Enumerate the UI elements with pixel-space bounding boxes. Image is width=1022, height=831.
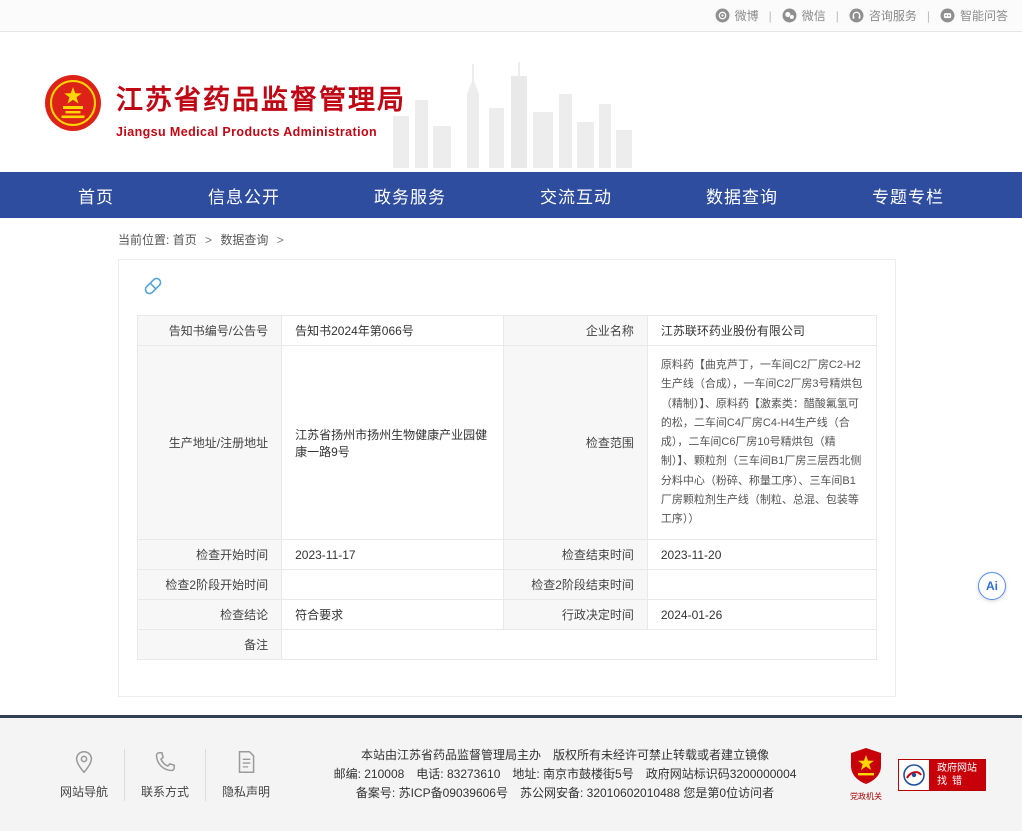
field-label-notice-number: 告知书编号/公告号 [138,316,282,346]
field-value-scope: 原料药【曲克芦丁，一车间C2厂房C2-H2生产线（合成），一车间C2厂房3号精烘… [647,346,876,540]
field-value-address: 江苏省扬州市扬州生物健康产业园健康一路9号 [282,346,504,540]
wechat-icon [782,8,797,23]
footer-item-contact[interactable]: 联系方式 [124,749,205,801]
footer-badges: 党政机关 政府网站 找错 [844,747,986,802]
field-label-address: 生产地址/注册地址 [138,346,282,540]
topbar-divider: | [927,9,930,23]
field-label-remarks: 备注 [138,630,282,660]
qa-icon [940,8,955,23]
field-value-company-name: 江苏联环药业股份有限公司 [647,316,876,346]
footer-item-label: 隐私声明 [222,785,270,799]
field-label-end-date: 检查结束时间 [503,540,647,570]
field-value-remarks [282,630,877,660]
wechat-label: 微信 [802,7,826,24]
weibo-label: 微博 [735,7,759,24]
field-label-phase2-start: 检查2阶段开始时间 [138,570,282,600]
gov-emblem-label: 党政机关 [844,791,888,802]
site-subtitle: Jiangsu Medical Products Administration [116,125,406,139]
nav-item-interaction[interactable]: 交流互动 [540,183,612,208]
nav-item-gov-services[interactable]: 政务服务 [374,183,446,208]
topbar: 微博 | 微信 | 咨询服务 | 智能问答 [0,0,1022,32]
consult-service-link[interactable]: 咨询服务 [849,7,917,24]
field-label-decision-date: 行政决定时间 [503,600,647,630]
inspection-table: 告知书编号/公告号 告知书2024年第066号 企业名称 江苏联环药业股份有限公… [137,315,877,660]
smart-qa-label: 智能问答 [960,7,1008,24]
field-label-phase2-end: 检查2阶段结束时间 [503,570,647,600]
gov-emblem-icon [848,747,884,785]
topbar-divider: | [769,9,772,23]
footer: 网站导航 联系方式 隐私声明 本站由江苏省药品监督管理局主办 版权所有未经许可禁… [0,715,1022,831]
breadcrumb: 当前位置: 首页 > 数据查询 > [0,218,1022,259]
field-value-start-date: 2023-11-17 [282,540,504,570]
table-row: 告知书编号/公告号 告知书2024年第066号 企业名称 江苏联环药业股份有限公… [138,316,877,346]
pill-icon [141,274,165,298]
table-row: 检查开始时间 2023-11-17 检查结束时间 2023-11-20 [138,540,877,570]
field-label-conclusion: 检查结论 [138,600,282,630]
footer-info: 本站由江苏省药品监督管理局主办 版权所有未经许可禁止转载或者建立镜像 邮编: 2… [286,746,844,803]
skyline-image [385,60,645,168]
location-pin-icon [71,749,97,775]
footer-line-contact: 邮编: 210008 电话: 83273610 地址: 南京市鼓楼街5号 政府网… [286,765,844,784]
find-error-text: 政府网站 找错 [929,760,985,790]
ai-assistant-button[interactable]: Ai [978,572,1006,600]
breadcrumb-prefix: 当前位置: [118,233,169,247]
gov-emblem-badge[interactable]: 党政机关 [844,747,888,802]
breadcrumb-separator: > [277,233,284,247]
find-error-logo-icon [899,760,929,790]
field-value-decision-date: 2024-01-26 [647,600,876,630]
find-error-badge[interactable]: 政府网站 找错 [898,759,986,791]
consult-service-label: 咨询服务 [869,7,917,24]
breadcrumb-data-query-link[interactable]: 数据查询 [220,233,268,247]
nav-item-data-query[interactable]: 数据查询 [706,183,778,208]
table-row: 备注 [138,630,877,660]
nav-item-info-disclosure[interactable]: 信息公开 [208,183,280,208]
header-title-block: 江苏省药品监督管理局 Jiangsu Medical Products Admi… [116,78,406,139]
document-icon [233,749,259,775]
field-value-conclusion: 符合要求 [282,600,504,630]
footer-item-label: 联系方式 [141,785,189,799]
site-header: 江苏省药品监督管理局 Jiangsu Medical Products Admi… [0,32,1022,172]
footer-line-host: 本站由江苏省药品监督管理局主办 版权所有未经许可禁止转载或者建立镜像 [286,746,844,765]
footer-links: 网站导航 联系方式 隐私声明 [44,749,286,801]
phone-icon [152,749,178,775]
site-title: 江苏省药品监督管理局 [116,78,406,117]
nav-item-home[interactable]: 首页 [78,183,114,208]
breadcrumb-separator: > [205,233,212,247]
find-error-line1: 政府网站 [937,762,977,775]
breadcrumb-home-link[interactable]: 首页 [173,233,197,247]
field-label-scope: 检查范围 [503,346,647,540]
find-error-line2: 找错 [937,775,977,788]
field-value-notice-number: 告知书2024年第066号 [282,316,504,346]
weibo-icon [715,8,730,23]
table-row: 检查结论 符合要求 行政决定时间 2024-01-26 [138,600,877,630]
main-nav: 首页 信息公开 政务服务 交流互动 数据查询 专题专栏 [0,172,1022,218]
table-row: 检查2阶段开始时间 检查2阶段结束时间 [138,570,877,600]
field-value-phase2-start [282,570,504,600]
weibo-link[interactable]: 微博 [715,7,759,24]
field-label-company-name: 企业名称 [503,316,647,346]
footer-item-label: 网站导航 [60,785,108,799]
field-value-phase2-end [647,570,876,600]
smart-qa-link[interactable]: 智能问答 [940,7,1008,24]
footer-item-privacy[interactable]: 隐私声明 [205,749,286,801]
wechat-link[interactable]: 微信 [782,7,826,24]
field-label-start-date: 检查开始时间 [138,540,282,570]
footer-line-icp: 备案号: 苏ICP备09039606号 苏公网安备: 3201060201048… [286,784,844,803]
inspection-detail-panel: 告知书编号/公告号 告知书2024年第066号 企业名称 江苏联环药业股份有限公… [118,259,896,697]
footer-item-sitemap[interactable]: 网站导航 [44,749,124,801]
topbar-divider: | [836,9,839,23]
table-row: 生产地址/注册地址 江苏省扬州市扬州生物健康产业园健康一路9号 检查范围 原料药… [138,346,877,540]
consult-icon [849,8,864,23]
nav-item-special-topics[interactable]: 专题专栏 [872,183,944,208]
agency-logo [44,74,102,132]
field-value-end-date: 2023-11-20 [647,540,876,570]
